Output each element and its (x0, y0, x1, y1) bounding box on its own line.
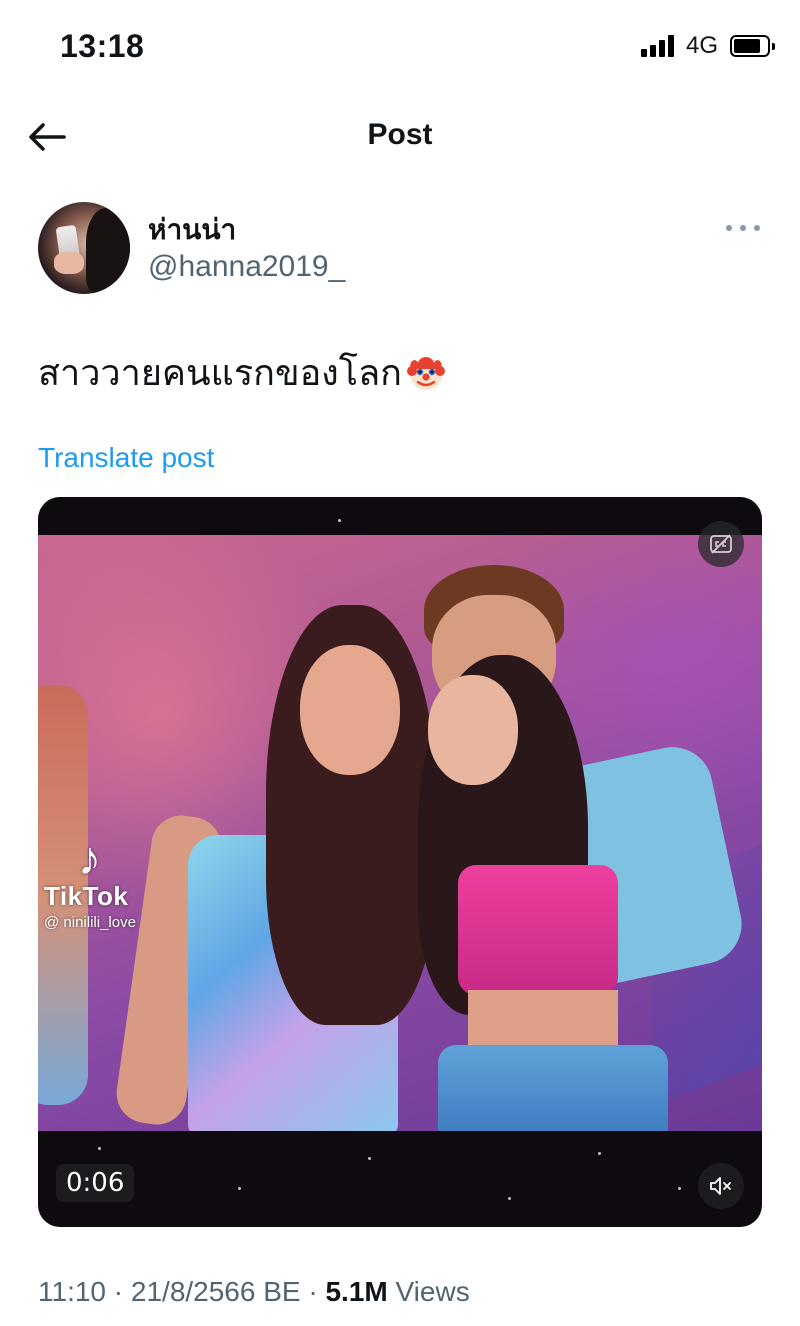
post-meta: 11:10 · 21/8/2566 BE · 5.1M Views (38, 1276, 470, 1308)
more-dot-icon (754, 225, 760, 231)
video-duration: 0:06 (56, 1164, 135, 1202)
clown-face-icon (406, 356, 445, 390)
author-display-name[interactable]: ห่านน่า (148, 208, 236, 252)
video-player[interactable]: ♪ TikTok @ ninilili_love 0:06 (38, 497, 762, 1227)
avatar[interactable] (38, 202, 130, 294)
screen: 13:18 4G Post ห่านน่า @hanna2019_ สาววาย… (0, 0, 800, 1326)
network-type: 4G (685, 32, 718, 59)
views-link[interactable]: 5.1M Views (325, 1276, 469, 1307)
meta-separator: · (300, 1276, 326, 1307)
post-time: 11:10 (38, 1276, 106, 1307)
status-time: 13:18 (60, 28, 145, 64)
author-row: ห่านน่า @hanna2019_ (38, 202, 768, 298)
translate-post-link[interactable]: Translate post (38, 442, 214, 474)
views-label: Views (387, 1276, 470, 1307)
tiktok-watermark: ♪ TikTok @ ninilili_love (44, 835, 136, 931)
status-indicators: 4G (640, 32, 775, 60)
post-text: สาววายคนแรกของโลก (38, 344, 446, 401)
speaker-muted-icon (710, 1177, 731, 1195)
mute-toggle-button[interactable] (698, 1163, 744, 1209)
closed-captions-button[interactable] (698, 521, 744, 567)
video-frame: ♪ TikTok @ ninilili_love (38, 535, 762, 1131)
page-title: Post (367, 118, 433, 151)
post-date: 21/8/2566 BE (130, 1276, 301, 1307)
tiktok-note-icon: ♪ (78, 832, 101, 884)
battery-icon (730, 35, 775, 57)
status-bar: 13:18 4G (0, 0, 800, 96)
tiktok-username: @ ninilili_love (44, 914, 136, 931)
cellular-signal-icon (640, 35, 674, 57)
views-count: 5.1M (325, 1276, 388, 1307)
author-handle[interactable]: @hanna2019_ (148, 250, 345, 284)
post-text-content: สาววายคนแรกของโลก (38, 353, 402, 394)
more-dot-icon (726, 225, 732, 231)
tiktok-brand: TikTok (44, 881, 129, 911)
more-options-button[interactable] (726, 218, 760, 238)
nav-header: Post (0, 96, 800, 178)
more-dot-icon (740, 225, 746, 231)
meta-separator: · (106, 1276, 131, 1307)
closed-captions-off-icon (710, 534, 732, 554)
